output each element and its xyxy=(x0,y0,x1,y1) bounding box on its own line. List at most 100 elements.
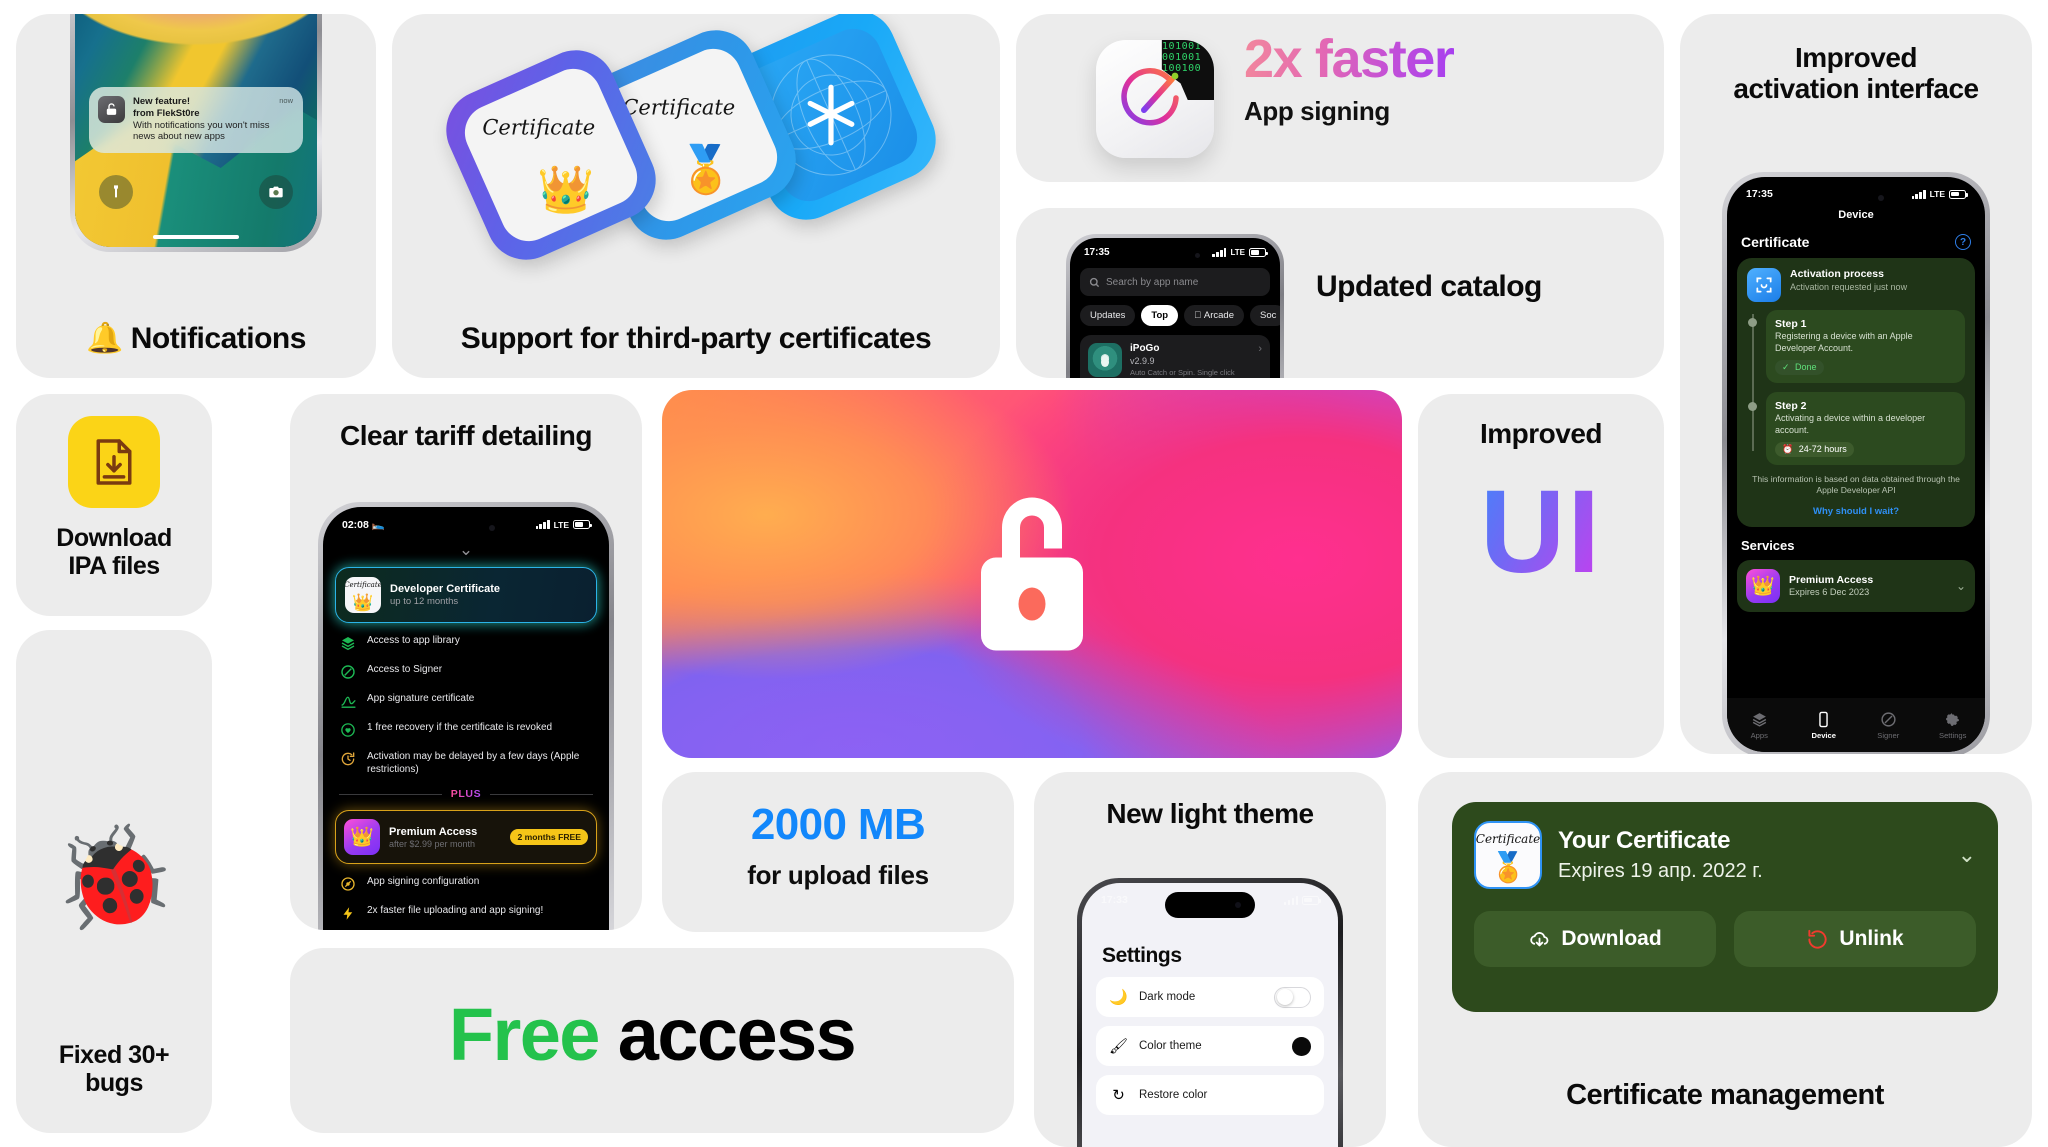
notification-body: With notifications you won't miss news a… xyxy=(133,119,270,143)
service-row-premium[interactable]: 👑 Premium Access Expires 6 Dec 2023 ⌄ xyxy=(1737,559,1975,612)
feature-row: Activation may be delayed by a few days … xyxy=(339,750,595,776)
feature-label: Access to app library xyxy=(367,635,460,646)
card-unlock-gradient xyxy=(662,390,1402,758)
chevron-down-icon[interactable]: ⌄ xyxy=(1956,579,1966,593)
card-notifications: New feature! from FlekSt0re With notific… xyxy=(16,14,376,378)
notification-time: now xyxy=(279,96,293,105)
dark-mode-toggle[interactable] xyxy=(1274,986,1311,1008)
status-right: LTE xyxy=(1911,189,1968,199)
card-tariff-detailing: Clear tariff detailing 02:08 🛌 LTE ⌄ Cer… xyxy=(290,394,642,930)
step-1-status: ✓ Done xyxy=(1775,359,1824,375)
settings-row-restore-color[interactable]: ↻ Restore color xyxy=(1096,1075,1324,1115)
camera-button[interactable] xyxy=(259,175,293,209)
carrier-label: LTE xyxy=(1230,248,1245,257)
tab-device-label: Device xyxy=(1811,730,1837,740)
feature-label: App signature certificate xyxy=(367,693,475,704)
phone-frame: 17:35 LTE Device Certificate ? Activatio… xyxy=(1722,172,1990,754)
certificate-word: Certificate xyxy=(622,95,736,120)
card-certificate-management: Certificate 🏅 Your Certificate Expires 1… xyxy=(1418,772,2032,1147)
card-app-signing-speed: 01101001 01001001 01100100 2x faster App… xyxy=(1016,14,1664,182)
settings-row-color-theme[interactable]: 🖌 Color theme xyxy=(1096,1026,1324,1066)
app-name: iPoGo xyxy=(1130,343,1160,354)
chip-updates[interactable]: Updates xyxy=(1080,305,1136,326)
feature-label: Access to Signer xyxy=(367,664,443,675)
carrier-label: LTE xyxy=(553,519,569,530)
settings-row-dark-mode[interactable]: 🌙 Dark mode xyxy=(1096,977,1324,1017)
layers-icon xyxy=(339,634,357,652)
tab-settings[interactable]: Settings xyxy=(1921,711,1986,740)
step-1-desc: Registering a device with an Apple Devel… xyxy=(1775,331,1913,353)
services-section-label: Services xyxy=(1741,537,1795,553)
tab-device[interactable]: Device xyxy=(1792,711,1857,740)
phone-frame: 17:33 Settings 🌙 Dark mode 🖌 Color theme… xyxy=(1077,878,1343,1147)
app-description: Auto Catch or Spin. Single click item de… xyxy=(1130,367,1235,379)
download-button[interactable]: Download xyxy=(1474,911,1716,967)
developer-certificate-row[interactable]: Certificate 👑 Developer Certificate up t… xyxy=(335,567,597,623)
bugs-label-line2: bugs xyxy=(85,1069,143,1097)
signer-app-icon: 01101001 01001001 01100100 xyxy=(1096,40,1214,158)
premium-crown-icon: 👑 xyxy=(344,819,380,855)
help-icon[interactable]: ? xyxy=(1955,234,1971,250)
award-medal-icon: 🏅 xyxy=(677,142,735,195)
flashlight-button[interactable] xyxy=(99,175,133,209)
cloud-download-icon xyxy=(1528,928,1551,951)
app-list-item[interactable]: iPoGo v2.9.9 Auto Catch or Spin. Single … xyxy=(1080,335,1270,378)
premium-access-row[interactable]: 👑 Premium Access after $2.99 per month 2… xyxy=(335,810,597,864)
chip-arcade[interactable]:  Arcade xyxy=(1184,305,1244,326)
activation-title: Improved activation interface xyxy=(1694,42,2018,105)
activation-steps: Step 1 Registering a device with an Appl… xyxy=(1747,310,1965,465)
why-wait-link[interactable]: Why should I wait? xyxy=(1747,506,1965,517)
color-swatch[interactable] xyxy=(1292,1036,1311,1056)
certificate-word: Certificate xyxy=(345,581,381,589)
chevron-down-icon[interactable]: ⌄ xyxy=(1958,844,1976,866)
unlink-button[interactable]: Unlink xyxy=(1734,911,1976,967)
open-padlock-icon xyxy=(981,497,1083,651)
app-version: v2.9.9 xyxy=(1130,355,1155,366)
activation-phone-mockup: 17:35 LTE Device Certificate ? Activatio… xyxy=(1722,172,1990,754)
activation-process-title: Activation process xyxy=(1790,268,1884,280)
moon-icon: 🌙 xyxy=(1109,989,1128,1006)
chip-social[interactable]: Soc xyxy=(1249,305,1280,326)
tab-apps-label: Apps xyxy=(1750,730,1768,740)
phone-frame: 17:35 LTE Search by app name Updates Top… xyxy=(1066,234,1284,378)
signer-glyph-icon xyxy=(1121,68,1179,126)
feature-board: New feature! from FlekSt0re With notific… xyxy=(0,0,2048,1147)
certificate-section-label: Certificate xyxy=(1741,234,1810,250)
feature-row: App signature certificate xyxy=(339,692,595,710)
activation-title-line2: activation interface xyxy=(1733,73,1979,105)
step-1-title: Step 1 xyxy=(1775,318,1807,330)
sheet-chevron-icon[interactable]: ⌄ xyxy=(323,541,609,558)
status-time: 02:08 🛌 xyxy=(342,519,385,531)
ui-big-text: UI xyxy=(1418,473,1664,591)
testflight-icon xyxy=(807,84,855,146)
phone-frame: 02:08 🛌 LTE ⌄ Certificate 👑 Developer Ce… xyxy=(318,502,614,930)
certificate-text: Your Certificate Expires 19 апр. 2022 г. xyxy=(1558,827,1763,883)
phone-screen: 02:08 🛌 LTE ⌄ Certificate 👑 Developer Ce… xyxy=(323,507,609,930)
device-icon xyxy=(1792,711,1857,728)
feature-row: Access to Signer xyxy=(339,663,595,681)
tile-inner: Certificate 👑 xyxy=(455,59,647,251)
premium-price: after $2.99 per month xyxy=(389,838,476,849)
premium-crown-icon: 👑 xyxy=(1746,568,1780,603)
light-theme-title: New light theme xyxy=(1106,798,1314,829)
service-text: Premium Access Expires 6 Dec 2023 xyxy=(1789,574,1873,597)
chip-top[interactable]: Top xyxy=(1141,305,1179,326)
card-free-access: Free access xyxy=(290,948,1014,1133)
row-label: Color theme xyxy=(1139,1040,1202,1052)
tab-signer[interactable]: Signer xyxy=(1856,711,1921,740)
search-input[interactable]: Search by app name xyxy=(1080,268,1270,296)
activation-panel: Activation process Activation requested … xyxy=(1737,258,1975,527)
download-label: Download xyxy=(1561,927,1662,950)
card-storage: 2000 MB for upload files xyxy=(662,772,1014,932)
certificate-header: Certificate 🏅 Your Certificate Expires 1… xyxy=(1474,821,1976,889)
cert-name: Developer Certificate xyxy=(390,583,501,595)
tab-signer-label: Signer xyxy=(1877,730,1900,740)
status-right xyxy=(1283,895,1321,905)
step-dot-2 xyxy=(1748,402,1757,411)
certificate-word: Certificate xyxy=(1475,832,1541,846)
notification-banner[interactable]: New feature! from FlekSt0re With notific… xyxy=(89,87,303,154)
notification-text: New feature! from FlekSt0re With notific… xyxy=(133,96,294,143)
tab-apps[interactable]: Apps xyxy=(1727,711,1792,740)
home-indicator xyxy=(153,235,239,239)
step-2-desc: Activating a device within a developer a… xyxy=(1775,412,1926,435)
